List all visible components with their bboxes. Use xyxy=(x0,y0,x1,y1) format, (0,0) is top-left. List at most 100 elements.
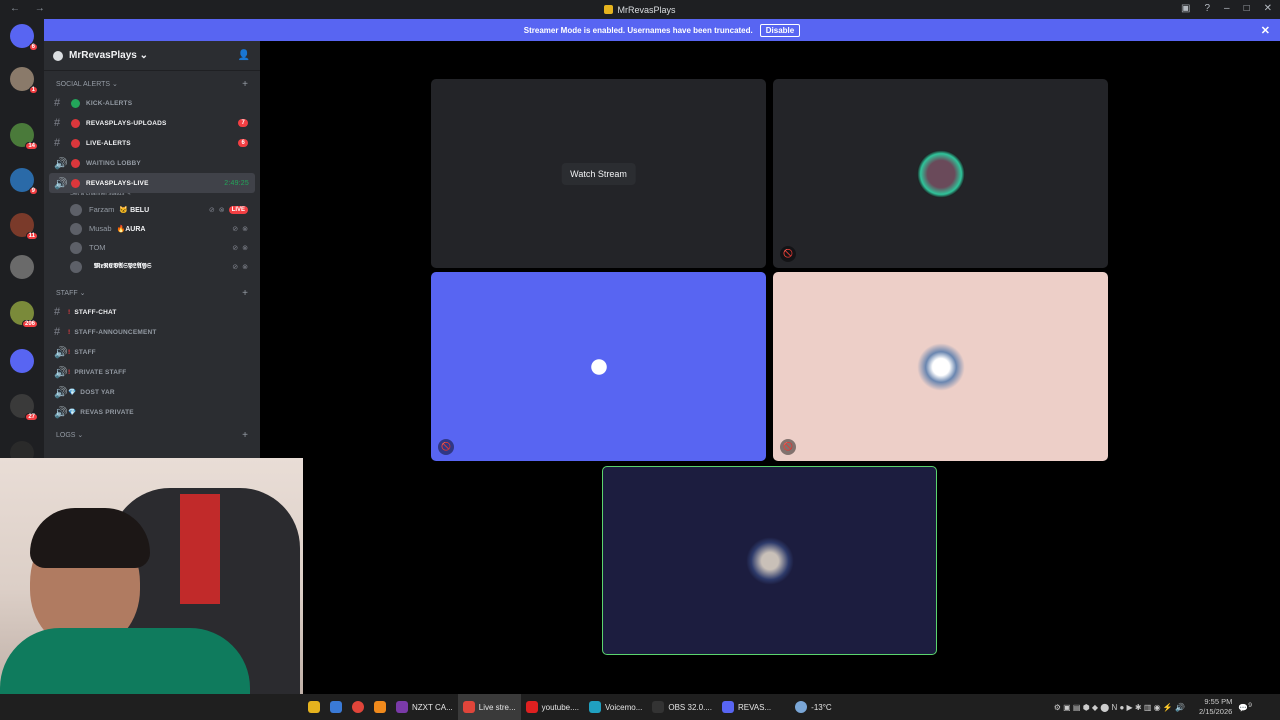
voice-user[interactable]: TOM ⊘ ⊗ xyxy=(44,238,260,257)
vlc-icon[interactable] xyxy=(369,694,391,720)
channel-revas-private[interactable]: 🔊 💎 REVAS PRIVATE xyxy=(44,402,260,422)
muted-icon: ⊘ xyxy=(232,244,239,252)
minimize-button[interactable]: – xyxy=(1224,3,1230,14)
guild-name: MrRevasPlays ⌄ xyxy=(69,50,148,61)
server-icon[interactable] xyxy=(10,349,34,374)
mention-badge: 11 xyxy=(25,231,38,240)
help-icon[interactable]: ? xyxy=(1204,3,1210,14)
user-avatar xyxy=(70,260,82,273)
channel-private-staff[interactable]: 🔊! PRIVATE STAFF xyxy=(44,362,260,382)
participant-tile-speaking[interactable] xyxy=(602,466,937,655)
channel-sidebar: MrRevasPlays ⌄ 👤 SOCIAL ALERTS ⌄ + # KICK… xyxy=(44,41,260,458)
participant-tile[interactable]: 🚫 xyxy=(431,272,766,461)
store-icon[interactable] xyxy=(325,694,347,720)
taskbar-app[interactable]: REVAS... xyxy=(717,694,776,720)
deafened-icon: ⊗ xyxy=(242,263,248,271)
voice-icon: 🔊 xyxy=(54,157,68,170)
muted-icon: 🚫 xyxy=(438,439,454,455)
channel-live-alerts[interactable]: # LIVE-ALERTS 6 xyxy=(44,133,260,153)
explorer-icon[interactable] xyxy=(303,694,325,720)
user-avatar xyxy=(70,241,82,254)
server-icon[interactable]: 9 xyxy=(10,167,38,195)
taskbar-app[interactable]: youtube.... xyxy=(521,694,584,720)
server-icon[interactable]: 11 xyxy=(10,212,38,240)
user-tag: 🐱 BELU xyxy=(119,206,150,214)
server-icon[interactable]: 14 xyxy=(10,122,38,150)
clock[interactable]: 9:55 PM 2/15/2026 xyxy=(1199,697,1232,717)
guild-header[interactable]: MrRevasPlays ⌄ 👤 xyxy=(44,41,260,71)
channel-name: STAFF-ANNOUNCEMENT xyxy=(74,328,157,336)
muted-icon: 🚫 xyxy=(780,439,796,455)
app-label: REVAS... xyxy=(737,702,772,712)
participant-tile[interactable]: 🚫 xyxy=(773,79,1108,268)
voice-user[interactable]: Farzam 🐱 BELU ⊘ ⊗ LIVE xyxy=(44,200,260,219)
channel-dost-yar[interactable]: 🔊 💎 DOST YAR xyxy=(44,382,260,402)
stream-tile[interactable]: Watch Stream xyxy=(431,79,766,268)
mention-badge: 27 xyxy=(25,413,38,422)
add-channel-icon[interactable]: + xyxy=(242,79,248,90)
system-tray: ⚙ ▣ ▤ ⬢ ◆ ⬤ N ● ▶ ✱ ▥ ◉ ⚡ 🔊 9:55 PM 2/15/… xyxy=(1054,697,1252,717)
nav-arrows[interactable]: ← → xyxy=(10,3,51,14)
hash-icon: # xyxy=(54,117,61,129)
title-bar: ← → MrRevasPlays ▣ ? – □ ✕ xyxy=(0,0,1280,19)
inbox-icon[interactable]: ▣ xyxy=(1181,3,1190,14)
channel-staff[interactable]: 🔊! STAFF xyxy=(44,342,260,362)
watch-stream-button[interactable]: Watch Stream xyxy=(561,162,636,185)
clock-time: 9:55 PM xyxy=(1204,697,1233,706)
notification-icon[interactable]: 💬9 xyxy=(1238,702,1252,713)
category-staff[interactable]: STAFF ⌄ + xyxy=(44,284,260,302)
channel-waiting-lobby[interactable]: 🔊 WAITING LOBBY xyxy=(44,153,260,173)
gem-icon: 💎 xyxy=(68,409,77,416)
server-icon[interactable]: 1 xyxy=(10,67,38,95)
channel-kick-alerts[interactable]: # KICK-ALERTS xyxy=(44,93,260,113)
channel-staff-chat[interactable]: #! STAFF-CHAT xyxy=(44,302,260,322)
close-window-button[interactable]: ✕ xyxy=(1264,3,1272,14)
taskbar: NZXT CA... Live stre... youtube.... Voicemo… xyxy=(0,694,1280,720)
app-icon xyxy=(589,701,602,713)
discord-home-icon[interactable]: 6 xyxy=(10,23,38,51)
voice-channel-active[interactable]: 🔊 REVASPLAYS-LIVE 2:49:25 xyxy=(49,173,255,193)
status-dot xyxy=(71,158,80,168)
channel-name: REVAS PRIVATE xyxy=(80,408,134,416)
add-channel-icon[interactable]: + xyxy=(242,288,248,299)
voice-user[interactable]: Musab 🔥AURA ⊘ ⊗ xyxy=(44,219,260,238)
category-social-alerts[interactable]: SOCIAL ALERTS ⌄ + xyxy=(44,75,260,93)
mention-badge: 6 xyxy=(28,42,38,51)
voice-timer: 2:49:25 xyxy=(224,179,249,187)
channel-name: STAFF xyxy=(74,348,96,356)
category-label: STAFF ⌄ xyxy=(56,290,86,297)
muted-icon: ⊘ xyxy=(232,263,239,271)
taskbar-app[interactable]: Voicemo... xyxy=(584,694,647,720)
alert-icon: ! xyxy=(68,348,71,356)
weather-widget[interactable]: -13°C xyxy=(790,694,837,720)
category-logs[interactable]: LOGS ⌄ + xyxy=(44,426,260,444)
app-icon xyxy=(652,701,665,713)
channel-revasplays-uploads[interactable]: # REVASPLAYS-UPLOADS 7 xyxy=(44,113,260,133)
muted-icon: ⊘ xyxy=(208,206,215,214)
add-channel-icon[interactable]: + xyxy=(242,430,248,441)
channel-staff-announcement[interactable]: #! STAFF-ANNOUNCEMENT xyxy=(44,322,260,342)
user-avatar xyxy=(70,203,82,216)
taskbar-app[interactable]: NZXT CA... xyxy=(391,694,458,720)
taskbar-app[interactable]: OBS 32.0.... xyxy=(647,694,717,720)
taskbar-app[interactable]: Live stre... xyxy=(457,694,521,720)
add-member-icon[interactable]: 👤 xyxy=(238,50,250,61)
voice-user[interactable]: 𝕸𝖗𝕽𝕰𝖁𝕬𝕾𝕻𝕷𝕬𝖄𝕾 ⊘ ⊗ xyxy=(44,257,260,276)
server-icon[interactable]: 206 xyxy=(10,301,38,329)
participant-tile[interactable]: 🚫 xyxy=(773,272,1108,461)
server-icon[interactable] xyxy=(10,254,34,279)
maximize-button[interactable]: □ xyxy=(1244,3,1250,14)
app-label: NZXT CA... xyxy=(412,702,453,712)
mention-badge: 1 xyxy=(28,86,38,95)
window-title: MrRevasPlays xyxy=(617,4,676,15)
status-dot xyxy=(71,138,80,148)
chrome-icon[interactable] xyxy=(347,694,369,720)
tray-icons[interactable]: ⚙ ▣ ▤ ⬢ ◆ ⬤ N ● ▶ ✱ ▥ ◉ ⚡ 🔊 xyxy=(1054,703,1185,712)
deafened-icon: ⊗ xyxy=(242,225,248,233)
disable-button[interactable]: Disable xyxy=(759,23,801,37)
avatar xyxy=(745,536,794,585)
banner-text: Streamer Mode is enabled. Usernames have… xyxy=(523,25,753,35)
close-icon[interactable]: ✕ xyxy=(1261,24,1270,37)
channel-name: DOST YAR xyxy=(80,388,115,396)
server-icon[interactable]: 27 xyxy=(10,394,38,422)
